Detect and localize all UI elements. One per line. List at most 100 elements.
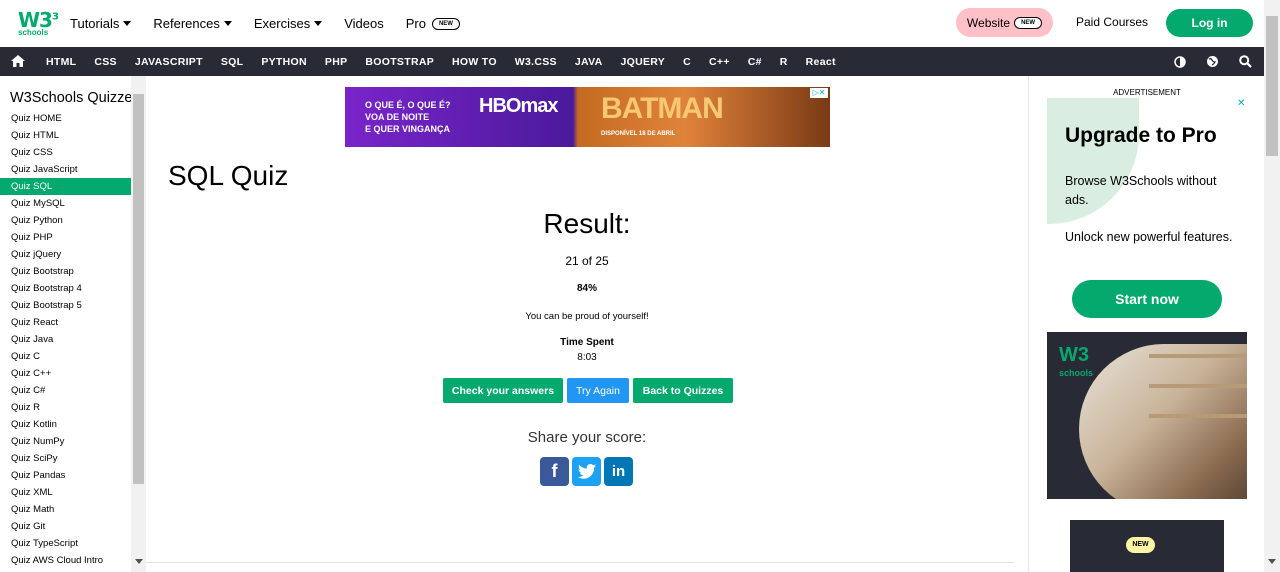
- search-icon[interactable]: [1239, 55, 1252, 68]
- back-to-quizzes-button[interactable]: Back to Quizzes: [633, 378, 733, 403]
- sidebar-item-quiz-javascript[interactable]: Quiz JavaScript: [0, 161, 131, 178]
- quiz-sidebar: W3Schools Quizzes Quiz HOME Quiz HTML Quiz…: [0, 76, 131, 572]
- new-badge: NEW: [1014, 16, 1043, 29]
- globe-icon[interactable]: [1206, 55, 1219, 68]
- topic-python[interactable]: PYTHON: [261, 56, 307, 68]
- sidebar-item-quiz-bootstrap-4[interactable]: Quiz Bootstrap 4: [0, 280, 131, 297]
- sidebar-item-quiz-c[interactable]: Quiz C#: [0, 382, 131, 399]
- topic-react[interactable]: React: [806, 56, 836, 68]
- login-button[interactable]: Log in: [1166, 9, 1253, 37]
- nav-videos[interactable]: Videos: [344, 16, 384, 31]
- sidebar-item-quiz-python[interactable]: Quiz Python: [0, 212, 131, 229]
- ad-line-3: E QUER VINGANÇA: [365, 124, 451, 134]
- ad-line-2: VOA DE NOITE: [365, 112, 430, 122]
- top-nav: Tutorials References Exercises Videos Pr…: [70, 0, 460, 47]
- sidebar-item-quiz-php[interactable]: Quiz PHP: [0, 229, 131, 246]
- sidebar-item-quiz-c[interactable]: Quiz C: [0, 348, 131, 365]
- sidebar-item-quiz-java[interactable]: Quiz Java: [0, 331, 131, 348]
- start-now-button[interactable]: Start now: [1072, 280, 1222, 318]
- ad-close-icon[interactable]: ▷✕: [810, 88, 828, 98]
- photo-logo-mark: W3: [1059, 344, 1089, 366]
- sidebar-item-quiz-bootstrap-5[interactable]: Quiz Bootstrap 5: [0, 297, 131, 314]
- banner-ad[interactable]: O QUE É, O QUE É? VOA DE NOITE E QUER VI…: [345, 87, 830, 147]
- sidebar-item-quiz-c[interactable]: Quiz C++: [0, 365, 131, 382]
- next-ad-card[interactable]: NEW: [1070, 520, 1224, 572]
- new-badge: NEW: [1126, 537, 1155, 553]
- caret-down-icon: [223, 21, 232, 26]
- sidebar-item-quiz-html[interactable]: Quiz HTML: [0, 127, 131, 144]
- topic-bootstrap[interactable]: BOOTSTRAP: [365, 56, 434, 68]
- topic-c[interactable]: C: [683, 56, 691, 68]
- topic-sql[interactable]: SQL: [221, 56, 244, 68]
- shelf-line: [1149, 384, 1247, 388]
- promo-photo[interactable]: W3 schools: [1047, 332, 1247, 499]
- promo-heading: Upgrade to Pro: [1065, 124, 1217, 147]
- nav-exercises[interactable]: Exercises: [253, 16, 323, 31]
- sidebar-item-quiz-numpy[interactable]: Quiz NumPy: [0, 433, 131, 450]
- sidebar-item-quiz-typescript[interactable]: Quiz TypeScript: [0, 535, 131, 552]
- linkedin-icon[interactable]: in: [604, 457, 633, 486]
- sidebar-item-quiz-scipy[interactable]: Quiz SciPy: [0, 450, 131, 467]
- topic-nav: HTML CSS JAVASCRIPT SQL PYTHON PHP BOOTS…: [0, 47, 1264, 76]
- sidebar-item-quiz-jquery[interactable]: Quiz jQuery: [0, 246, 131, 263]
- sidebar-scrollbar[interactable]: [131, 76, 146, 572]
- w3schools-logo[interactable]: W33 schools: [18, 6, 59, 40]
- twitter-icon[interactable]: [572, 457, 601, 486]
- topic-w3css[interactable]: W3.CSS: [515, 56, 557, 68]
- ad-close-icon[interactable]: ✕: [1237, 98, 1245, 109]
- sidebar-item-quiz-math[interactable]: Quiz Math: [0, 501, 131, 518]
- topic-cpp[interactable]: C++: [709, 56, 730, 68]
- topic-howto[interactable]: HOW TO: [452, 56, 497, 68]
- topic-php[interactable]: PHP: [325, 56, 348, 68]
- score-percent: 84%: [576, 283, 597, 294]
- contrast-icon[interactable]: [1174, 55, 1186, 68]
- nav-references[interactable]: References: [153, 16, 232, 31]
- sidebar-item-quiz-mysql[interactable]: Quiz MySQL: [0, 195, 131, 212]
- page-scroll-thumb[interactable]: [1266, 16, 1278, 156]
- scroll-down-arrow-icon[interactable]: [135, 559, 143, 564]
- result-heading: Result:: [543, 208, 631, 239]
- topic-javascript[interactable]: JAVASCRIPT: [135, 56, 203, 68]
- sidebar-item-quiz-bootstrap[interactable]: Quiz Bootstrap: [0, 263, 131, 280]
- shelf-line: [1149, 414, 1247, 418]
- topic-r[interactable]: R: [780, 56, 788, 68]
- result-actions: Check your answers Try Again Back to Qui…: [443, 378, 733, 403]
- nav-tutorials[interactable]: Tutorials: [70, 16, 132, 31]
- scroll-down-arrow-icon[interactable]: [1268, 559, 1276, 564]
- check-answers-button[interactable]: Check your answers: [443, 378, 563, 403]
- advertisement-label: ADVERTISEMENT: [1113, 88, 1181, 97]
- facebook-icon[interactable]: f: [540, 457, 569, 486]
- caret-down-icon: [314, 21, 323, 26]
- topic-java[interactable]: JAVA: [575, 56, 603, 68]
- people-photo: [1079, 344, 1247, 499]
- nav-exercises-label: Exercises: [253, 16, 311, 31]
- try-again-button[interactable]: Try Again: [567, 378, 629, 403]
- page-title: SQL Quiz: [168, 160, 289, 191]
- nav-pro[interactable]: Pro NEW: [406, 16, 460, 31]
- sidebar-item-quiz-r[interactable]: Quiz R: [0, 399, 131, 416]
- sidebar-item-quiz-home[interactable]: Quiz HOME: [0, 110, 131, 127]
- time-spent-label: Time Spent: [560, 337, 614, 348]
- topic-html[interactable]: HTML: [46, 56, 76, 68]
- sidebar-item-quiz-sql[interactable]: Quiz SQL: [0, 178, 131, 195]
- sidebar-item-quiz-css[interactable]: Quiz CSS: [0, 144, 131, 161]
- nav-references-label: References: [153, 16, 220, 31]
- topic-csharp[interactable]: C#: [748, 56, 762, 68]
- page-scrollbar[interactable]: [1264, 0, 1280, 572]
- nav-videos-label: Videos: [344, 16, 384, 31]
- sidebar-item-quiz-git[interactable]: Quiz Git: [0, 518, 131, 535]
- topic-css[interactable]: CSS: [94, 56, 117, 68]
- logo-sup: 3: [51, 11, 59, 23]
- promo-text-1: Browse W3Schools without ads.: [1065, 174, 1217, 207]
- website-button[interactable]: Website NEW: [956, 8, 1053, 37]
- sidebar-item-quiz-pandas[interactable]: Quiz Pandas: [0, 467, 131, 484]
- sidebar-item-quiz-kotlin[interactable]: Quiz Kotlin: [0, 416, 131, 433]
- content-divider: [146, 562, 1014, 563]
- sidebar-scroll-thumb[interactable]: [133, 94, 144, 484]
- sidebar-item-quiz-xml[interactable]: Quiz XML: [0, 484, 131, 501]
- sidebar-item-quiz-aws-cloud-intro[interactable]: Quiz AWS Cloud Intro: [0, 552, 131, 569]
- sidebar-item-quiz-react[interactable]: Quiz React: [0, 314, 131, 331]
- home-icon[interactable]: [11, 55, 25, 67]
- paid-courses-link[interactable]: Paid Courses: [1076, 15, 1148, 29]
- topic-jquery[interactable]: JQUERY: [621, 56, 666, 68]
